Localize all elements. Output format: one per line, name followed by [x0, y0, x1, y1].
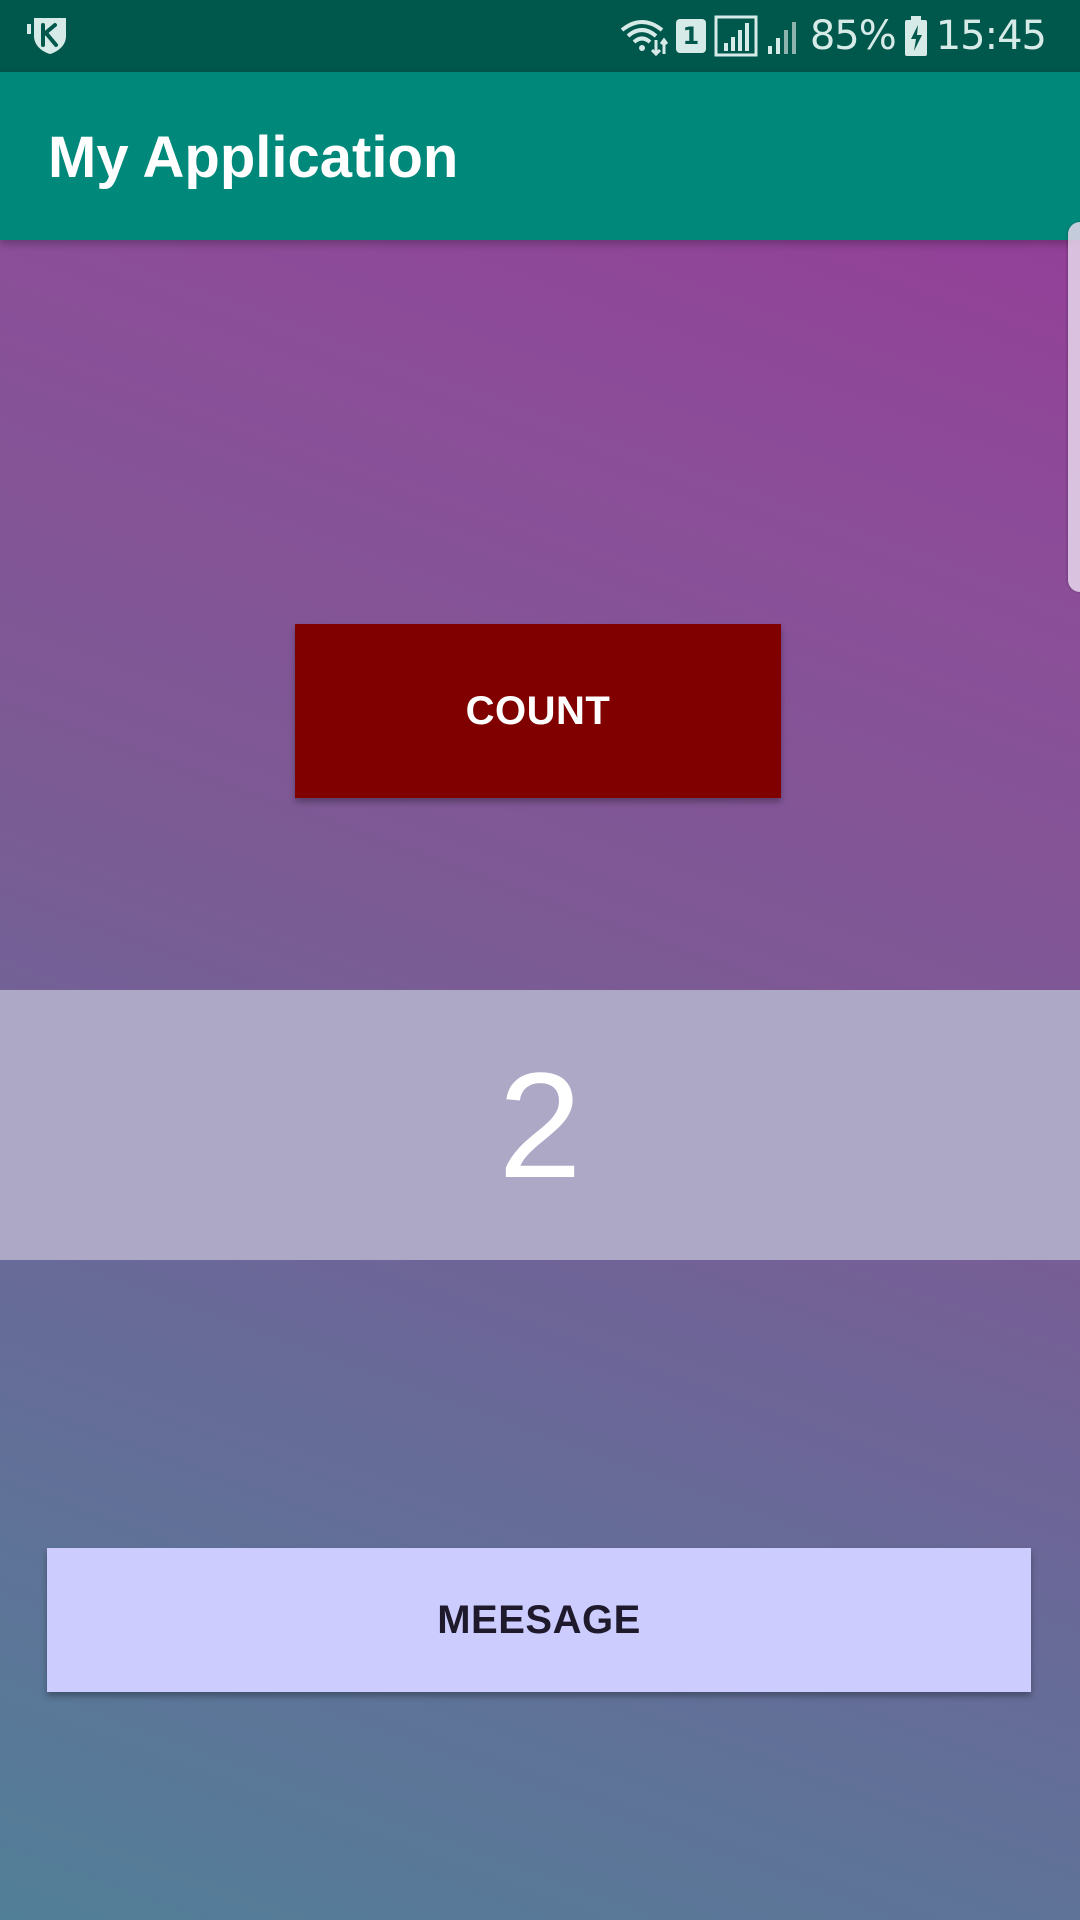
battery-percent: 85% [809, 13, 897, 59]
signal-partial-icon [766, 16, 802, 56]
status-icons: 1 85% 15:45 [618, 0, 1047, 72]
wifi-data-icon [618, 16, 668, 56]
edge-panel-handle[interactable] [1068, 222, 1080, 592]
status-bar: 1 85% 15:45 [0, 0, 1080, 72]
battery-charging-icon [904, 15, 928, 57]
app-bar: My Application [0, 72, 1080, 240]
count-display: 2 [0, 990, 1080, 1260]
signal-full-icon [714, 15, 758, 57]
app-title: My Application [48, 125, 459, 190]
k-shield-icon [26, 14, 72, 56]
sim-1-icon: 1 [675, 19, 706, 53]
count-value: 2 [498, 1041, 582, 1209]
message-button[interactable]: MEESAGE [47, 1548, 1031, 1692]
count-button[interactable]: COUNT [295, 624, 781, 798]
clock: 15:45 [935, 13, 1047, 59]
